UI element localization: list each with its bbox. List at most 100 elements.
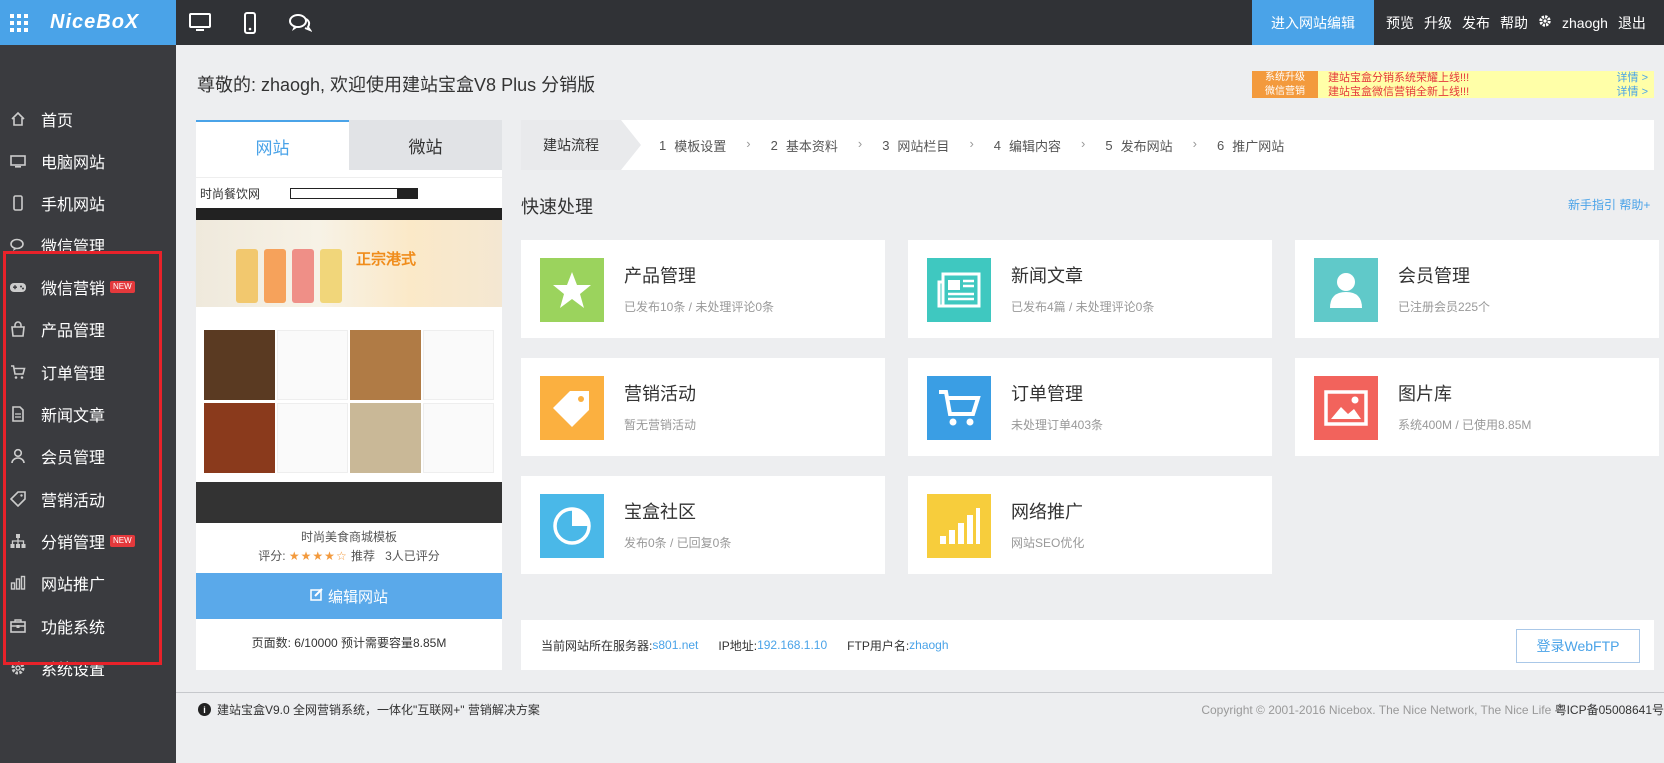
page-stats: 页面数: 6/10000 预计需要容量8.85M (251, 636, 447, 650)
quick-action-card[interactable]: 新闻文章 已发布4篇 / 未处理评论0条 (908, 240, 1272, 338)
sidebar-item[interactable]: 分销管理 NEW (0, 520, 176, 562)
card-description: 已注册会员225个 (1398, 300, 1491, 314)
workflow-step-number: 1 (659, 137, 667, 153)
tab-micro-site[interactable]: 微站 (349, 120, 502, 170)
sidebar-item[interactable]: 网站推广 (0, 562, 176, 604)
footer: i 建站宝盒V9.0 全网营销系统，一体化"互联网+" 营销解决方案 Copyr… (176, 692, 1664, 763)
quick-action-card[interactable]: 宝盒社区 发布0条 / 已回复0条 (521, 476, 885, 574)
chevron-right-icon: › (1192, 135, 1197, 151)
app-grid-icon[interactable] (10, 13, 28, 32)
sidebar-item-label: 产品管理 (41, 323, 106, 340)
card-description: 未处理订单403条 (1011, 418, 1104, 432)
notice-row[interactable]: 系统升级 建站宝盒分销系统荣耀上线!!! 详情 > (1252, 71, 1654, 85)
ip-label: IP地址: (718, 638, 758, 653)
sidebar-item[interactable]: 产品管理 (0, 308, 176, 350)
workflow-step[interactable]: 6 推广网站 (1217, 136, 1284, 155)
logo[interactable]: NiceBoX (50, 11, 139, 34)
chevron-right-icon: › (1081, 135, 1086, 151)
sidebar-item-label: 电脑网站 (41, 155, 106, 172)
template-thumbnail[interactable]: 时尚餐饮网 正宗港式 (196, 170, 502, 523)
template-rating: 评分: ★★★★☆ 推荐 3人已评分 (196, 547, 502, 564)
sidebar-item[interactable]: 订单管理 (0, 351, 176, 393)
server-value[interactable]: s801.net (652, 638, 698, 652)
ftp-value: zhaogh (909, 638, 949, 652)
notice-ticker: 系统升级 建站宝盒分销系统荣耀上线!!! 详情 > 微信营销 建站宝盒微信营销全… (1252, 71, 1654, 98)
mobile-icon[interactable] (238, 12, 266, 34)
quick-action-card[interactable]: 营销活动 暂无营销活动 (521, 358, 885, 456)
sidebar-item-label: 微信管理 (41, 239, 106, 256)
icp-number[interactable]: 粤ICP备05008641号 (1555, 703, 1664, 717)
workflow-step[interactable]: 1 模板设置 (659, 136, 726, 155)
workflow-step-number: 2 (770, 137, 778, 153)
workflow-step[interactable]: 4 编辑内容 (994, 136, 1061, 155)
sidebar-item[interactable]: 首页 (0, 98, 176, 140)
card-description: 暂无营销活动 (624, 418, 697, 432)
sidebar-item[interactable]: 微信营销 NEW (0, 266, 176, 308)
footer-info: i 建站宝盒V9.0 全网营销系统，一体化"互联网+" 营销解决方案 (198, 701, 540, 718)
thumbnail-footer (196, 482, 502, 523)
notice-more-link[interactable]: 详情 > (1584, 71, 1654, 85)
bar-chart-icon (9, 574, 27, 592)
enter-editor-button[interactable]: 进入网站编辑 (1252, 0, 1374, 45)
chat-icon[interactable] (288, 12, 316, 34)
image-icon (1314, 376, 1378, 440)
workflow-step-label: 网站栏目 (897, 138, 950, 154)
sidebar-item-label: 微信营销 (41, 281, 106, 298)
sidebar-item[interactable]: 新闻文章 (0, 393, 176, 435)
quick-action-card[interactable]: 图片库 系统400M / 已使用8.85M (1295, 358, 1659, 456)
logout-link[interactable]: 退出 (1618, 13, 1646, 33)
guide-help-links[interactable]: 新手指引 帮助+ (1568, 196, 1650, 213)
notice-text[interactable]: 建站宝盒微信营销全新上线!!! (1318, 85, 1584, 98)
signal-icon (927, 494, 991, 558)
sidebar-item[interactable]: 手机网站 (0, 182, 176, 224)
quick-action-card[interactable]: 会员管理 已注册会员225个 (1295, 240, 1659, 338)
help-link[interactable]: 帮助 (1500, 13, 1528, 33)
document-icon (9, 405, 27, 423)
sidebar-item-label: 网站推广 (41, 577, 106, 594)
workflow-step[interactable]: 2 基本资料 (771, 136, 838, 155)
workflow-step-label: 推广网站 (1232, 138, 1285, 154)
username[interactable]: zhaogh (1562, 15, 1608, 31)
tab-website[interactable]: 网站 (196, 120, 349, 170)
sidebar-item-label: 新闻文章 (41, 408, 106, 425)
thumbnail-search-bar (290, 187, 419, 199)
thumbnail-banner: 正宗港式 (196, 220, 502, 307)
quick-action-card[interactable]: 产品管理 已发布10条 / 未处理评论0条 (521, 240, 885, 338)
gear-icon[interactable] (1538, 14, 1552, 31)
notice-text[interactable]: 建站宝盒分销系统荣耀上线!!! (1318, 71, 1584, 85)
quick-action-card[interactable]: 订单管理 未处理订单403条 (908, 358, 1272, 456)
desktop-icon (9, 152, 27, 170)
edit-website-button[interactable]: 编辑网站 (196, 573, 502, 619)
sidebar-item[interactable]: 营销活动 (0, 478, 176, 520)
notice-more-link[interactable]: 详情 > (1584, 85, 1654, 98)
sidebar-item-label: 分销管理 (41, 535, 106, 552)
login-webftp-button[interactable]: 登录WebFTP (1516, 629, 1640, 663)
workflow-step[interactable]: 5 发布网站 (1105, 136, 1172, 155)
desktop-icon[interactable] (188, 12, 216, 34)
quick-actions-title: 快速处理 (521, 197, 593, 217)
rating-label: 评分: (258, 549, 286, 563)
sidebar-item[interactable]: 微信管理 (0, 224, 176, 266)
sidebar-item[interactable]: 电脑网站 (0, 140, 176, 182)
thumbnail-product-grid (204, 330, 494, 473)
notice-row[interactable]: 微信营销 建站宝盒微信营销全新上线!!! 详情 > (1252, 85, 1654, 98)
mobile-icon (9, 194, 27, 212)
preview-link[interactable]: 预览 (1386, 13, 1414, 33)
gamepad-icon (9, 278, 27, 296)
publish-link[interactable]: 发布 (1462, 13, 1490, 33)
logo-area: NiceBoX (0, 0, 176, 45)
workflow-step[interactable]: 3 网站栏目 (882, 136, 949, 155)
workflow-step-label: 模板设置 (674, 138, 727, 154)
card-description: 已发布10条 / 未处理评论0条 (624, 300, 775, 314)
sidebar-item-label: 营销活动 (41, 493, 106, 510)
sidebar-item[interactable]: 功能系统 (0, 605, 176, 647)
workflow-title: 建站流程 (521, 120, 641, 170)
card-description: 已发布4篇 / 未处理评论0条 (1011, 300, 1155, 314)
card-description: 网站SEO优化 (1011, 536, 1085, 550)
sidebar-item[interactable]: 会员管理 (0, 435, 176, 477)
chevron-right-icon: › (857, 135, 863, 151)
upgrade-link[interactable]: 升级 (1424, 13, 1452, 33)
sidebar-item[interactable]: 系统设置 (0, 647, 176, 689)
rated-count: 3人已评分 (385, 549, 440, 563)
quick-action-card[interactable]: 网络推广 网站SEO优化 (908, 476, 1272, 574)
